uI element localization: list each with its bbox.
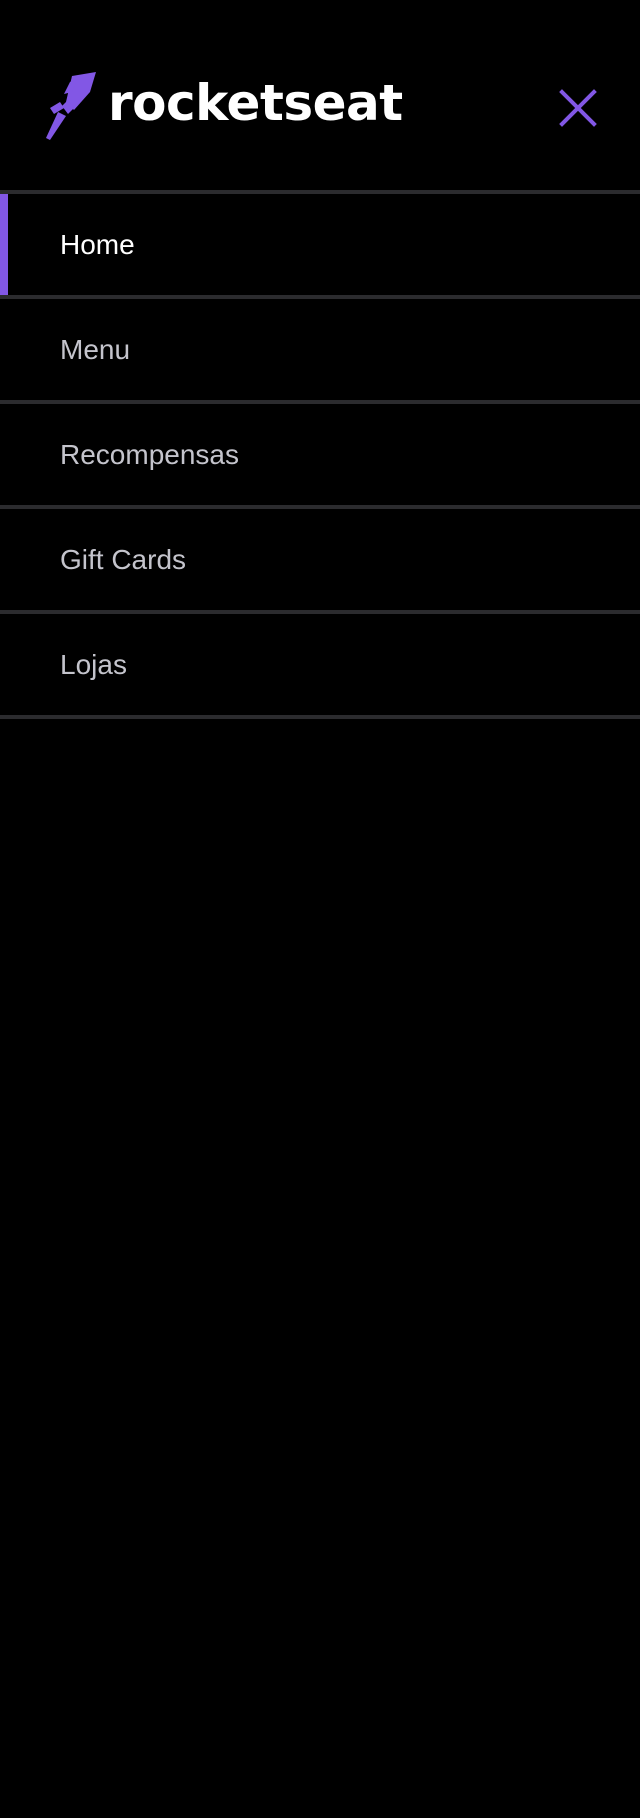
active-indicator [0, 194, 8, 295]
nav-item-label: Recompensas [60, 438, 239, 470]
main-nav: Home Menu Recompensas Gift Cards Lojas [0, 190, 640, 719]
nav-item-lojas[interactable]: Lojas [0, 614, 640, 715]
app-header: rocketseat [0, 0, 640, 192]
nav-item-label: Gift Cards [60, 543, 187, 575]
nav-item-label: Home [60, 228, 135, 260]
nav-item-label: Menu [60, 333, 131, 365]
nav-item-label: Lojas [60, 648, 127, 680]
nav-item-gift-cards[interactable]: Gift Cards [0, 509, 640, 610]
brand-logo[interactable]: rocketseat [44, 72, 403, 142]
rocket-icon [46, 72, 96, 140]
close-icon [559, 89, 597, 127]
close-button[interactable] [556, 86, 600, 130]
nav-item-menu[interactable]: Menu [0, 299, 640, 400]
nav-item-recompensas[interactable]: Recompensas [0, 404, 640, 505]
nav-item-home[interactable]: Home [0, 194, 640, 295]
brand-name: rocketseat [108, 74, 403, 132]
divider [0, 715, 640, 719]
